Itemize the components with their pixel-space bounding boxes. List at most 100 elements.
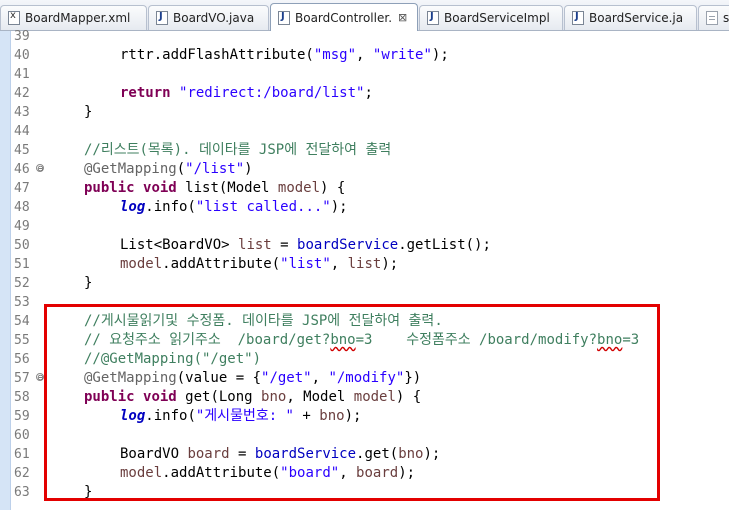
code-token: ); — [330, 199, 348, 215]
variable: model — [277, 180, 321, 196]
annotation: @GetMapping — [84, 161, 177, 177]
line-number: 58 — [14, 390, 30, 405]
code-token: } — [84, 104, 93, 120]
comment: //리스트(목록). 데이타를 JSP에 전달하여 출력 — [84, 142, 392, 158]
code-token: ) — [244, 161, 253, 177]
code-token: rttr.addFlashAttribute( — [120, 47, 314, 63]
keyword: void — [143, 180, 177, 196]
code-token: } — [84, 484, 93, 500]
variable: list — [238, 237, 272, 253]
collapse-icon[interactable]: ⊖ — [36, 373, 44, 382]
code-token: ); — [381, 256, 399, 272]
code-line: 56 //@GetMapping("/get") — [0, 350, 729, 369]
spelling-warning-text: bno — [330, 332, 356, 348]
code-token: ); — [423, 446, 441, 462]
keyword: void — [143, 389, 177, 405]
code-token: , — [356, 47, 373, 63]
field: boardService — [254, 446, 357, 462]
variable: list — [347, 256, 382, 272]
comment-text: // 요청주소 읽기주소 /board/get? — [84, 332, 331, 348]
variable: board — [187, 446, 230, 462]
java-file-icon — [572, 11, 584, 25]
line-number: 60 — [14, 428, 30, 443]
code-line: 48 log.info("list called..."); — [0, 198, 729, 217]
variable: bno — [261, 389, 287, 405]
java-file-icon — [156, 11, 168, 25]
string-literal: "write" — [372, 47, 432, 63]
code-line: 49 — [0, 217, 729, 236]
code-line: 54 //게시물읽기및 수정폼. 데이타를 JSP에 전달하여 출력. — [0, 312, 729, 331]
variable: board — [356, 465, 399, 481]
comment-text: =3 수정폼주소 /board/modify? — [355, 332, 598, 348]
code-line: 41 — [0, 65, 729, 84]
comment-text: =3 — [622, 332, 640, 348]
code-line: 43 } — [0, 103, 729, 122]
code-line: 46 ⊖ @GetMapping("/list") — [0, 160, 729, 179]
code-token: BoardVO — [120, 446, 188, 462]
comment: // 요청주소 읽기주소 /board/get?bno=3 수정폼주소 /boa… — [84, 331, 639, 350]
tab-label: st — [723, 11, 729, 25]
keyword: public — [84, 180, 135, 196]
code-token: .addAttribute( — [162, 465, 281, 481]
code-token: }) — [404, 370, 422, 386]
string-literal: "게시물번호: " — [195, 408, 294, 424]
code-line: 61 BoardVO board = boardService.get(bno)… — [0, 445, 729, 464]
line-number: 56 — [14, 352, 30, 367]
comment: //게시물읽기및 수정폼. 데이타를 JSP에 전달하여 출력. — [84, 313, 443, 329]
spelling-warning-text: bno — [597, 332, 623, 348]
collapse-icon[interactable]: ⊖ — [36, 164, 44, 173]
string-literal: "board" — [280, 465, 340, 481]
string-literal: "msg" — [313, 47, 357, 63]
code-line: 40 rttr.addFlashAttribute("msg", "write"… — [0, 46, 729, 65]
code-line: 55 // 요청주소 읽기주소 /board/get?bno=3 수정폼주소 /… — [0, 331, 729, 350]
code-token: .addAttribute( — [162, 256, 281, 272]
line-number: 54 — [14, 314, 30, 329]
code-token: ( — [176, 161, 186, 177]
code-line: 63 } — [0, 483, 729, 502]
line-number: 44 — [14, 124, 30, 139]
code-token: (value = { — [176, 370, 262, 386]
annotation: @GetMapping — [84, 370, 177, 386]
string-literal: "/modify" — [328, 370, 405, 386]
code-line: 51 model.addAttribute("list", list); — [0, 255, 729, 274]
code-line: 42 return "redirect:/board/list"; — [0, 84, 729, 103]
code-line: 57 ⊖ @GetMapping(value = {"/get", "/modi… — [0, 369, 729, 388]
code-token: = — [229, 446, 255, 462]
line-number: 48 — [14, 200, 30, 215]
line-number: 50 — [14, 238, 30, 253]
static-field: log — [120, 199, 146, 215]
line-number: 62 — [14, 466, 30, 481]
string-literal: "list called..." — [195, 199, 331, 215]
variable: model — [120, 256, 163, 272]
code-line: 50 List<BoardVO> list = boardService.get… — [0, 236, 729, 255]
code-token: , Model — [286, 389, 354, 405]
close-icon[interactable]: ⊠ — [398, 11, 407, 24]
code-token: .info( — [145, 199, 196, 215]
code-token: ); — [431, 47, 449, 63]
line-number: 39 — [14, 29, 30, 44]
code-line: 60 — [0, 426, 729, 445]
string-literal: "/get" — [261, 370, 312, 386]
java-file-icon — [427, 11, 439, 25]
code-token: , — [330, 256, 348, 272]
comment: //@GetMapping("/get") — [84, 351, 262, 367]
line-number: 47 — [14, 181, 30, 196]
line-number: 42 — [14, 86, 30, 101]
code-token: ) { — [320, 180, 346, 196]
code-token: = — [271, 237, 298, 253]
tab-label: BoardVO.java — [173, 11, 255, 25]
code-line: 52 } — [0, 274, 729, 293]
code-line: 62 model.addAttribute("board", board); — [0, 464, 729, 483]
xml-file-icon — [8, 10, 20, 25]
code-editor[interactable]: 39 40 rttr.addFlashAttribute("msg", "wri… — [0, 29, 729, 510]
line-number: 61 — [14, 447, 30, 462]
string-literal: "/list" — [185, 161, 245, 177]
code-token: List<BoardVO> — [120, 237, 239, 253]
tab-label: BoardController. — [295, 10, 393, 25]
keyword: return — [120, 85, 171, 101]
code-line: 59 log.info("게시물번호: " + bno); — [0, 407, 729, 426]
code-token: list(Model — [176, 180, 278, 196]
code-token: ); — [344, 408, 362, 424]
code-line: 44 — [0, 122, 729, 141]
